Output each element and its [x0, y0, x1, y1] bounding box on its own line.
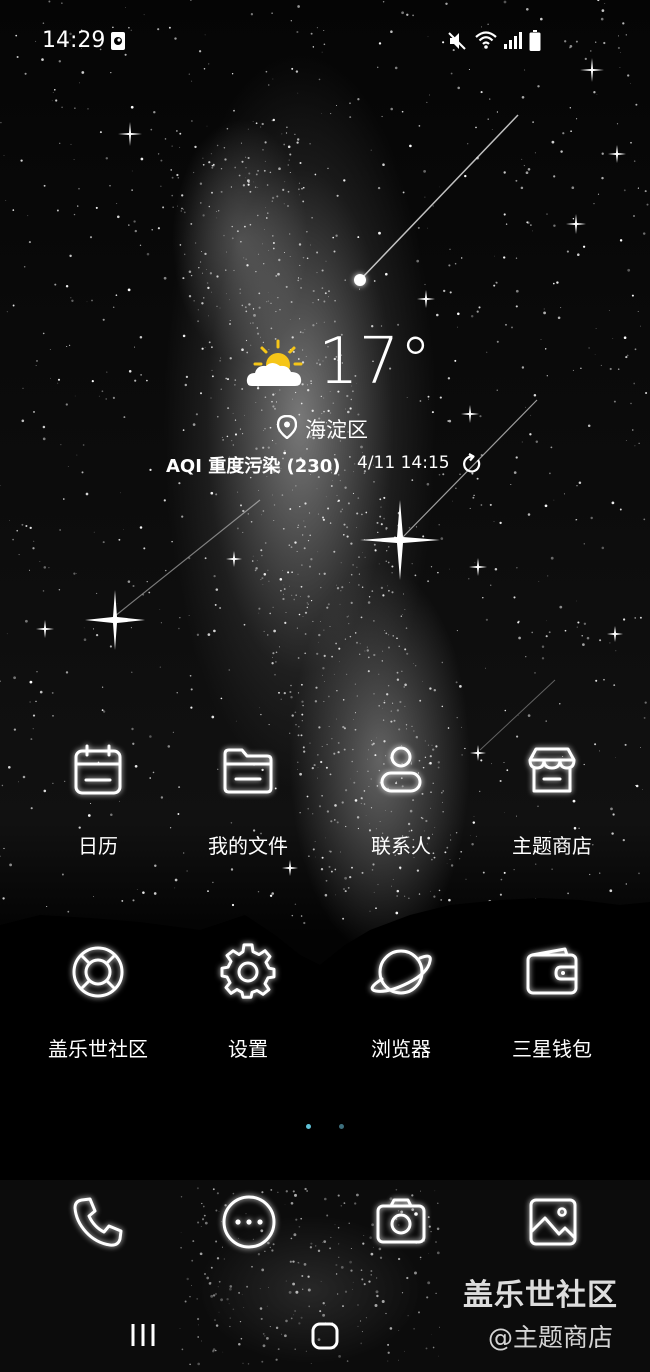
lifebuoy-icon: [23, 943, 173, 1001]
app-samsung-wallet[interactable]: 三星钱包: [477, 943, 627, 1083]
battery-icon: [529, 30, 541, 56]
refresh-icon[interactable]: [461, 453, 483, 479]
app-calendar[interactable]: 日历: [23, 742, 173, 882]
page-dot: [339, 1124, 344, 1129]
app-label: 盖乐世社区: [48, 1037, 148, 1061]
app-label: 主题商店: [512, 834, 592, 858]
home-screen[interactable]: 14:29 17° 海淀区 AQI 重度污染 (230) 4/11 14:15 …: [0, 0, 650, 1372]
app-label: 浏览器: [371, 1037, 431, 1061]
app-my-files[interactable]: 我的文件: [173, 742, 323, 882]
gallery-icon[interactable]: [525, 1194, 581, 1254]
planet-icon: [326, 943, 476, 1001]
home-icon[interactable]: [310, 1321, 340, 1355]
weather-updated-time: 4/11 14:15: [357, 453, 450, 473]
recents-icon[interactable]: [128, 1320, 158, 1354]
app-label: 三星钱包: [512, 1037, 592, 1061]
calendar-icon: [23, 742, 173, 798]
status-time: 14:29: [42, 28, 106, 53]
app-label: 联系人: [371, 834, 431, 858]
weather-temperature: 17°: [318, 325, 432, 399]
app-galaxy-community[interactable]: 盖乐世社区: [23, 943, 173, 1083]
page-dot-active: [306, 1124, 311, 1129]
theme-store-icon: [477, 742, 627, 798]
app-label: 设置: [228, 1037, 268, 1061]
weather-location[interactable]: 海淀区: [275, 412, 395, 444]
app-theme-store[interactable]: 主题商店: [477, 742, 627, 882]
weather-location-text: 海淀区: [305, 418, 368, 442]
messages-icon[interactable]: [220, 1193, 278, 1255]
watermark-theme-store: @主题商店: [488, 1323, 614, 1352]
wallet-icon: [477, 943, 627, 1001]
weather-aqi: AQI 重度污染 (230): [166, 456, 341, 477]
wallpaper: [0, 0, 650, 1372]
app-browser[interactable]: 浏览器: [326, 943, 476, 1083]
notification-icon: [110, 31, 126, 55]
contacts-icon: [326, 742, 476, 798]
partly-sunny-icon: [244, 338, 306, 394]
wifi-icon: [474, 30, 498, 54]
app-settings[interactable]: 设置: [173, 943, 323, 1083]
gear-icon: [173, 943, 323, 1001]
camera-icon[interactable]: [373, 1194, 429, 1254]
app-contacts[interactable]: 联系人: [326, 742, 476, 882]
mute-icon: [446, 30, 468, 56]
app-label: 我的文件: [208, 834, 288, 858]
location-pin-icon: [276, 414, 298, 443]
status-bar: 14:29: [0, 0, 650, 84]
folder-icon: [173, 742, 323, 798]
signal-icon: [503, 30, 523, 54]
app-label: 日历: [78, 834, 118, 858]
watermark-community: 盖乐世社区: [463, 1278, 618, 1313]
phone-icon[interactable]: [70, 1194, 126, 1254]
